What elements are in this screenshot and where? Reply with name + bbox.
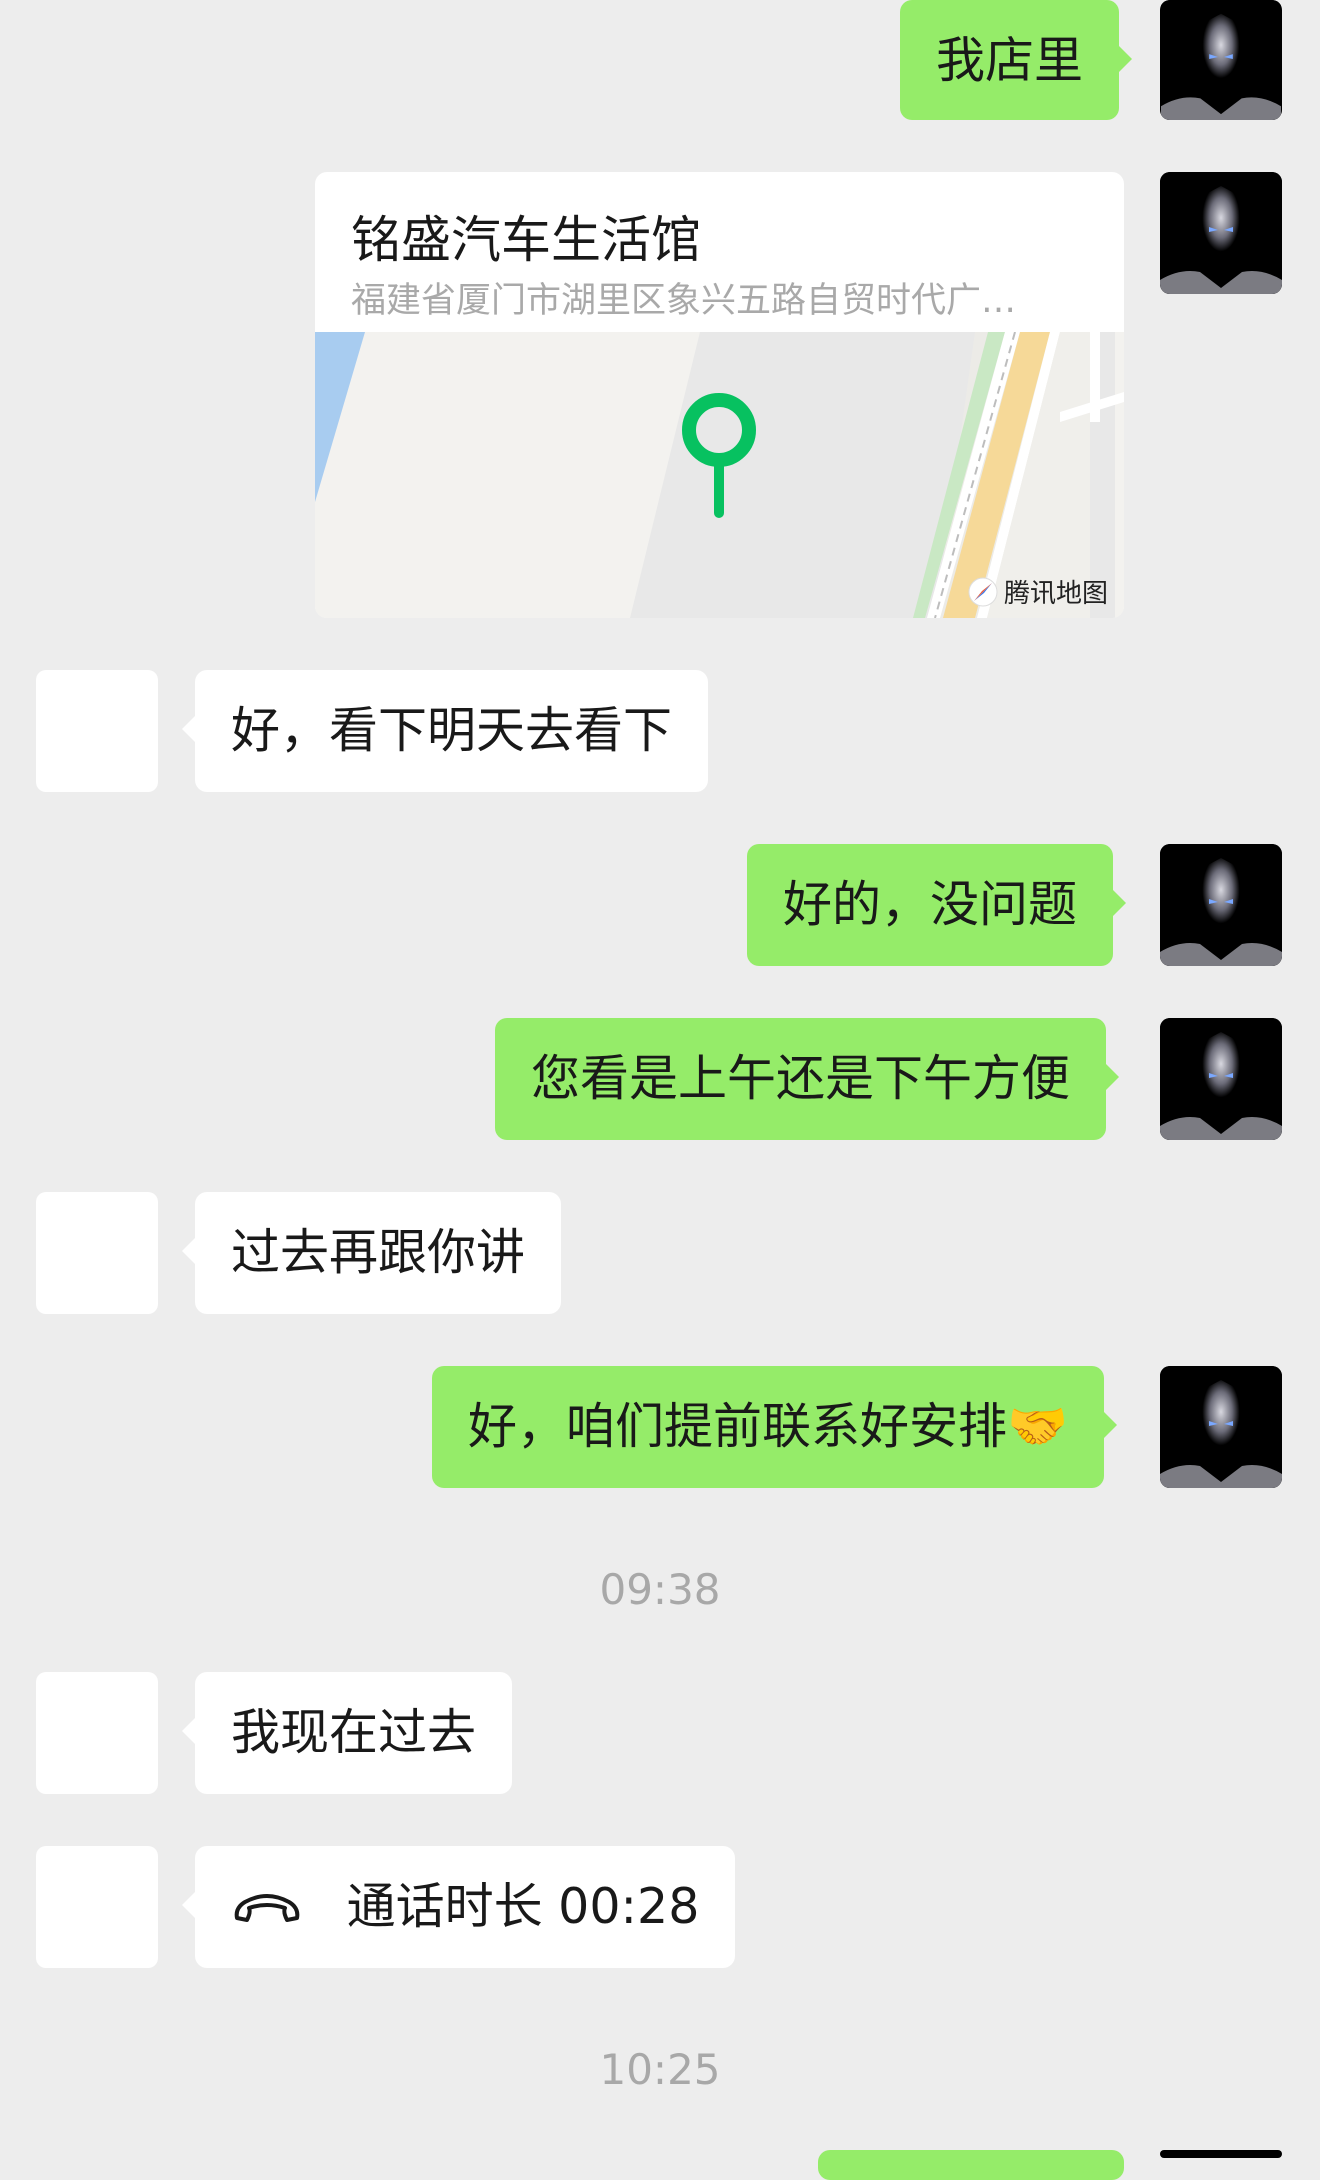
message-text: 我店里 bbox=[936, 32, 1084, 89]
message-bubble-theirs[interactable]: 过去再跟你讲 bbox=[181, 1192, 562, 1314]
message-text: 好，看下明天去看下 bbox=[231, 702, 673, 759]
message-bubble-theirs[interactable]: 我现在过去 bbox=[181, 1672, 513, 1794]
map-brand-label: 腾讯地图 bbox=[1003, 579, 1108, 609]
my-avatar[interactable] bbox=[1160, 844, 1282, 966]
contact-avatar[interactable] bbox=[36, 1846, 158, 1968]
message-bubble-mine[interactable]: 好的，没问题 bbox=[747, 844, 1127, 966]
my-avatar[interactable] bbox=[1160, 1018, 1282, 1140]
timestamp: 09:38 bbox=[599, 1565, 721, 1614]
my-avatar[interactable] bbox=[1160, 0, 1282, 120]
location-address: 福建省厦门市湖里区象兴五路自贸时代广… bbox=[351, 281, 1017, 321]
message-text: 您看是上午还是下午方便 bbox=[531, 1050, 1071, 1107]
location-title: 铭盛汽车生活馆 bbox=[351, 211, 701, 269]
message-bubble-theirs[interactable]: 好，看下明天去看下 bbox=[181, 670, 709, 792]
message-bubble-mine-partial[interactable] bbox=[818, 2150, 1124, 2180]
message-text: 好的，没问题 bbox=[783, 876, 1078, 933]
message-bubble-mine[interactable]: 我店里 bbox=[900, 0, 1133, 120]
contact-avatar[interactable] bbox=[36, 1672, 158, 1794]
phone-hangup-icon bbox=[231, 1849, 303, 1971]
location-card[interactable]: 铭盛汽车生活馆 福建省厦门市湖里区象兴五路自贸时代广… 腾讯地图 bbox=[315, 172, 1124, 618]
message-bubble-mine[interactable]: 好，咱们提前联系好安排🤝 bbox=[432, 1366, 1118, 1488]
map-pin-icon bbox=[681, 392, 757, 522]
call-duration-text: 通话时长 00:28 bbox=[346, 1878, 700, 1935]
contact-avatar[interactable] bbox=[36, 670, 158, 792]
tencent-map-logo-icon bbox=[968, 577, 998, 606]
my-avatar-partial[interactable] bbox=[1160, 2150, 1282, 2158]
call-record-bubble[interactable]: 通话时长 00:28 bbox=[181, 1846, 736, 1971]
message-text: 我现在过去 bbox=[231, 1704, 477, 1761]
message-bubble-mine[interactable]: 您看是上午还是下午方便 bbox=[495, 1018, 1120, 1140]
map-brand: 腾讯地图 bbox=[968, 573, 1108, 610]
map-preview[interactable]: 腾讯地图 bbox=[315, 332, 1124, 618]
message-text: 好，咱们提前联系好安排🤝 bbox=[468, 1398, 1069, 1455]
my-avatar[interactable] bbox=[1160, 172, 1282, 294]
my-avatar[interactable] bbox=[1160, 1366, 1282, 1488]
timestamp: 10:25 bbox=[599, 2045, 721, 2094]
message-text: 过去再跟你讲 bbox=[231, 1224, 526, 1281]
contact-avatar[interactable] bbox=[36, 1192, 158, 1314]
